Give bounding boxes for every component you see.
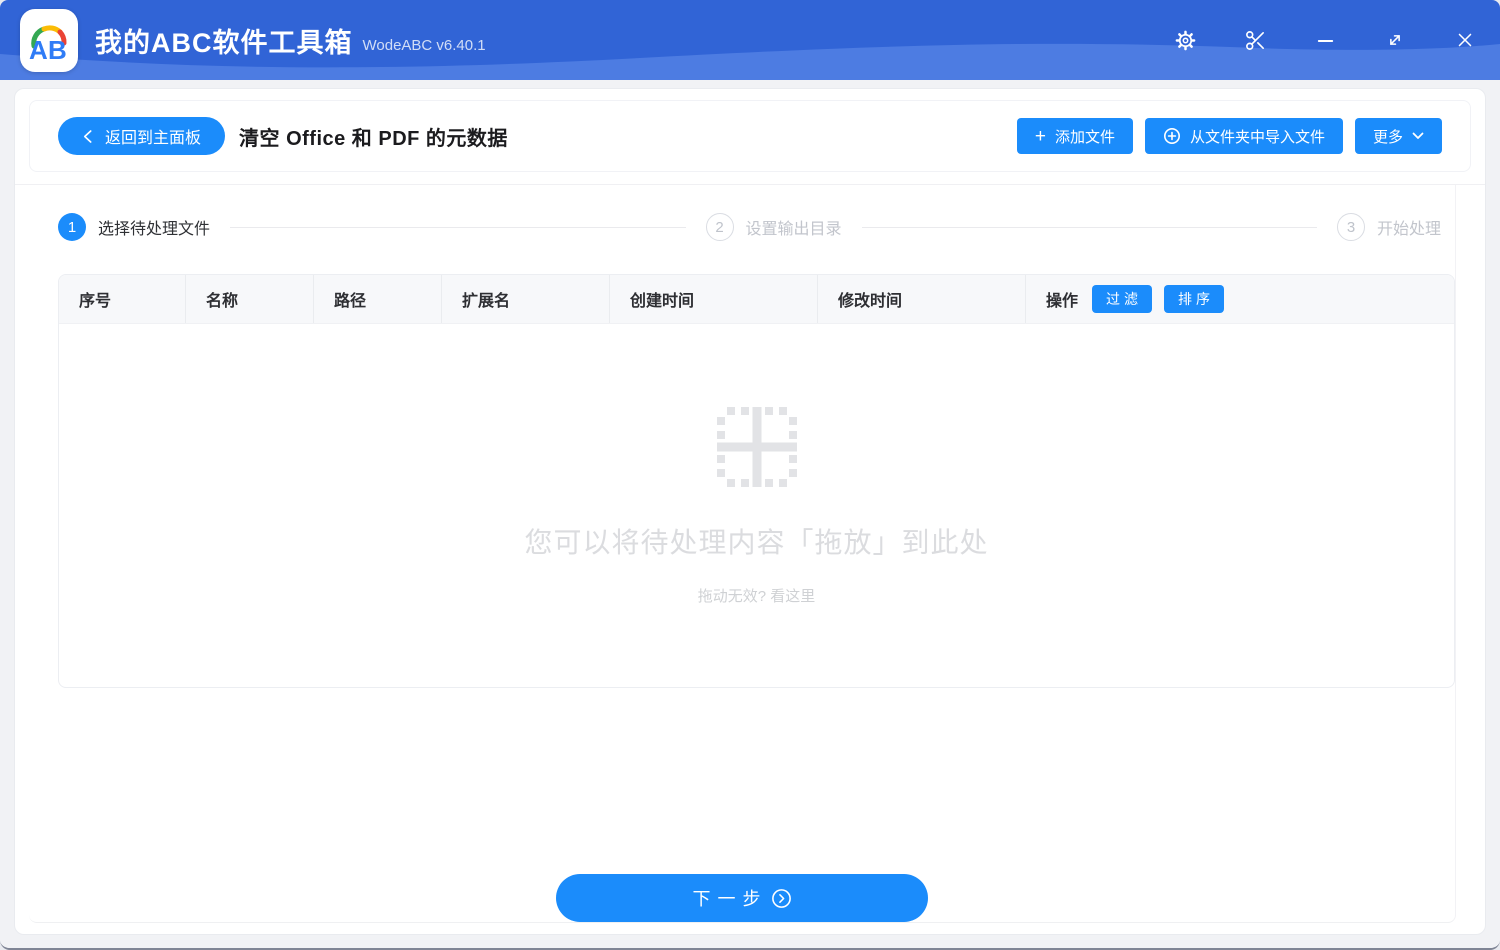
back-button-label: 返回到主面板 (105, 130, 202, 147)
app-version: WodeABC v6.40.1 (362, 36, 486, 54)
app-logo: A B (20, 8, 78, 72)
titlebar: A B 我的ABC软件工具箱 WodeABC v6.40.1 (0, 0, 1500, 80)
back-to-dashboard-button[interactable]: 返回到主面板 (58, 117, 226, 155)
column-header-name: 名称 (186, 275, 314, 323)
minimize-icon (1317, 39, 1333, 42)
column-header-path: 路径 (314, 275, 442, 323)
column-header-modified-time: 修改时间 (818, 275, 1026, 323)
column-header-created-time: 创建时间 (610, 275, 818, 323)
screenshot-button[interactable] (1220, 0, 1290, 80)
step-1-circle: 1 (58, 213, 86, 241)
next-step-label: 下一步 (692, 889, 768, 909)
chevron-left-icon (83, 129, 92, 143)
page-header: 返回到主面板 清空 Office 和 PDF 的元数据 + 添加文件 从文件夹中… (29, 100, 1471, 172)
titlebar-left: A B 我的ABC软件工具箱 WodeABC v6.40.1 (20, 0, 486, 80)
content-background: 返回到主面板 清空 Office 和 PDF 的元数据 + 添加文件 从文件夹中… (0, 80, 1500, 948)
page-title: 清空 Office 和 PDF 的元数据 (239, 127, 508, 150)
content-region: 1 选择待处理文件 2 设置输出目录 3 开始处理 序号 名称 路径 扩展名 创… (29, 185, 1456, 923)
step-3-circle: 3 (1337, 213, 1365, 241)
app-window: A B 我的ABC软件工具箱 WodeABC v6.40.1 返回到主面板 清空… (0, 0, 1500, 950)
drop-target-icon (716, 406, 797, 487)
step-output-directory: 2 设置输出目录 (705, 213, 842, 241)
more-button[interactable]: 更多 (1354, 118, 1442, 154)
close-icon (1458, 33, 1472, 47)
table-header-row: 序号 名称 路径 扩展名 创建时间 修改时间 操作 过滤 排序 (59, 275, 1454, 324)
settings-button[interactable] (1150, 0, 1220, 80)
column-header-operations: 操作 过滤 排序 (1026, 275, 1454, 323)
step-indicator: 1 选择待处理文件 2 设置输出目录 3 开始处理 (58, 213, 1441, 241)
filter-button[interactable]: 过滤 (1092, 285, 1153, 313)
column-header-index: 序号 (59, 275, 186, 323)
step-start-processing: 3 开始处理 (1337, 213, 1441, 241)
step-1-label: 选择待处理文件 (98, 221, 211, 238)
main-card: 返回到主面板 清空 Office 和 PDF 的元数据 + 添加文件 从文件夹中… (14, 88, 1486, 935)
column-header-extension: 扩展名 (442, 275, 610, 323)
import-from-folder-label: 从文件夹中导入文件 (1189, 128, 1325, 146)
close-button[interactable] (1430, 0, 1500, 80)
drag-help-link[interactable]: 拖动无效? 看这里 (698, 585, 816, 606)
step-select-files: 1 选择待处理文件 (58, 213, 210, 241)
logo-letter-a: A (29, 35, 48, 64)
step-connector (230, 226, 686, 228)
logo-letter-b: B (48, 35, 67, 64)
titlebar-controls (1150, 0, 1500, 80)
drop-zone-hint: 您可以将待处理内容「拖放」到此处 (524, 526, 989, 558)
file-table: 序号 名称 路径 扩展名 创建时间 修改时间 操作 过滤 排序 您可以将待处理内… (58, 274, 1455, 688)
app-logo-icon: A B (29, 25, 67, 64)
step-2-circle: 2 (705, 213, 734, 241)
more-label: 更多 (1372, 128, 1403, 146)
step-2-label: 设置输出目录 (745, 221, 842, 238)
resize-button[interactable] (1360, 0, 1430, 80)
import-from-folder-button[interactable]: 从文件夹中导入文件 (1144, 118, 1343, 154)
chevron-down-icon (1412, 132, 1424, 139)
next-step-button[interactable]: 下一步 (556, 874, 928, 922)
add-files-label: 添加文件 (1054, 128, 1115, 146)
sort-button[interactable]: 排序 (1164, 285, 1225, 313)
scissors-icon (1245, 30, 1264, 50)
add-files-button[interactable]: + 添加文件 (1016, 118, 1133, 154)
operations-label: 操作 (1046, 293, 1079, 310)
gear-icon (1175, 30, 1195, 50)
resize-icon (1390, 35, 1400, 45)
minimize-button[interactable] (1290, 0, 1360, 80)
drop-zone[interactable]: 您可以将待处理内容「拖放」到此处 拖动无效? 看这里 (59, 325, 1454, 687)
app-title: 我的ABC软件工具箱 (95, 27, 353, 58)
step-3-label: 开始处理 (1377, 221, 1442, 238)
circle-plus-icon (1163, 127, 1180, 145)
plus-icon: + (1034, 125, 1046, 147)
circle-arrow-right-icon (771, 888, 791, 908)
step-connector (861, 226, 1317, 228)
